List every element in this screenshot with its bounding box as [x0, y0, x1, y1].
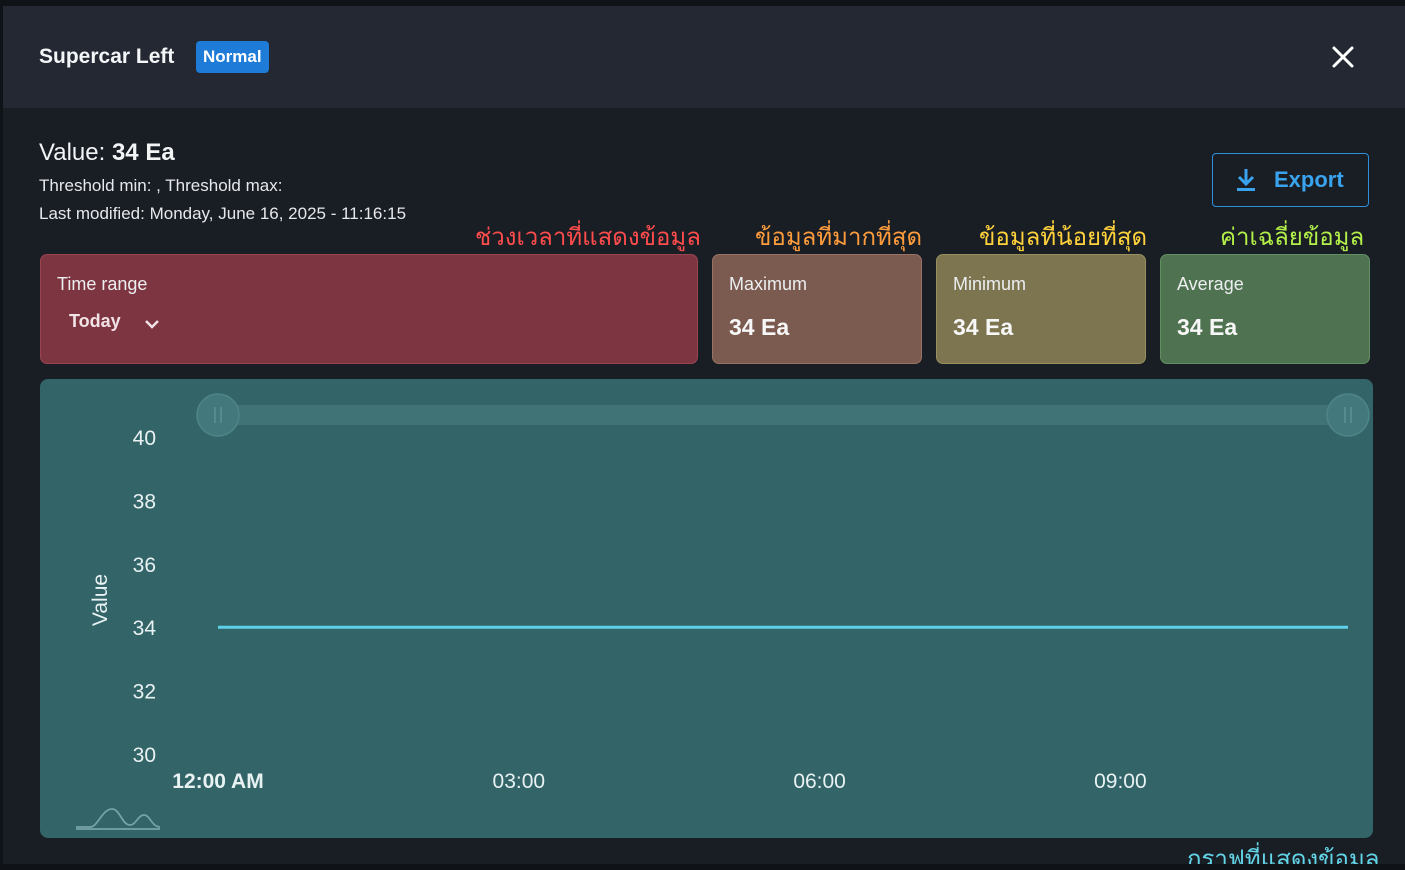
x-tick-label: 09:00: [1094, 770, 1147, 793]
chart-detail-modal: Supercar Left Normal Value: 34 Ea Thresh…: [3, 6, 1405, 864]
close-button[interactable]: [1325, 39, 1361, 75]
minimum-card: Minimum 34 Ea: [936, 254, 1146, 364]
maximum-value: 34 Ea: [729, 314, 790, 340]
average-value: 34 Ea: [1177, 314, 1238, 340]
time-range-select[interactable]: Today: [69, 311, 159, 337]
y-tick-label: 38: [133, 490, 156, 513]
last-modified-value: Monday, June 16, 2025 - 11:16:15: [149, 204, 407, 223]
last-modified: Last modified: Monday, June 16, 2025 - 1…: [39, 204, 406, 224]
chart-watermark-icon: [76, 808, 161, 830]
y-tick-label: 40: [133, 427, 156, 450]
modal-title: Supercar Left: [39, 45, 175, 68]
annotation-average: ค่าเฉลี่ยข้อมูล: [1220, 224, 1365, 251]
y-axis: 40 38 36 34 32 30: [133, 427, 157, 767]
time-range-card: Time range Today: [40, 254, 698, 364]
value-number: 34 Ea: [111, 139, 175, 166]
x-tick-label: 06:00: [793, 770, 846, 793]
range-slider-start-handle[interactable]: [196, 393, 240, 437]
average-label: Average: [1177, 274, 1244, 294]
export-label: Export: [1274, 167, 1344, 192]
y-tick-label: 30: [133, 744, 156, 767]
y-axis-label: Value: [89, 574, 112, 626]
chevron-down-icon: [143, 315, 161, 336]
time-range-label: Time range: [57, 274, 148, 294]
maximum-card: Maximum 34 Ea: [712, 254, 922, 364]
download-icon: [1235, 167, 1257, 199]
average-card: Average 34 Ea: [1160, 254, 1370, 364]
export-button[interactable]: Export: [1212, 153, 1369, 207]
status-badge: Normal: [196, 41, 269, 73]
annotation-minimum: ข้อมูลที่น้อยที่สุด: [979, 224, 1148, 251]
y-tick-label: 32: [133, 681, 156, 704]
range-slider-track[interactable]: [218, 405, 1348, 425]
modal-header: Supercar Left Normal: [3, 6, 1405, 108]
annotation-graph: กราฟที่แสดงข้อมูล: [1187, 846, 1380, 864]
annotation-time-range: ช่วงเวลาที่แสดงข้อมูล: [475, 224, 701, 251]
x-tick-label: 03:00: [493, 770, 546, 793]
current-value: Value: 34 Ea: [39, 139, 175, 167]
time-range-value: Today: [69, 311, 121, 331]
annotation-maximum: ข้อมูลที่มากที่สุด: [755, 224, 923, 251]
threshold-text: Threshold min: , Threshold max:: [39, 176, 283, 195]
last-modified-label: Last modified:: [39, 204, 145, 223]
range-slider-end-handle[interactable]: [1326, 393, 1370, 437]
line-chart: 40 38 36 34 32 30 12:00 AM 03:00 06:00 09:00 Val…: [76, 393, 1370, 830]
x-axis: 12:00 AM 03:00 06:00 09:00: [172, 770, 1146, 793]
y-tick-label: 34: [133, 617, 157, 640]
close-icon: [1332, 46, 1354, 68]
value-label: Value:: [39, 139, 106, 166]
x-tick-label: 12:00 AM: [172, 770, 263, 793]
minimum-label: Minimum: [953, 274, 1027, 294]
chart-panel: 40 38 36 34 32 30 12:00 AM 03:00 06:00 09:00 Val…: [40, 379, 1373, 838]
y-tick-label: 36: [133, 554, 156, 577]
maximum-label: Maximum: [729, 274, 808, 294]
minimum-value: 34 Ea: [953, 314, 1014, 340]
